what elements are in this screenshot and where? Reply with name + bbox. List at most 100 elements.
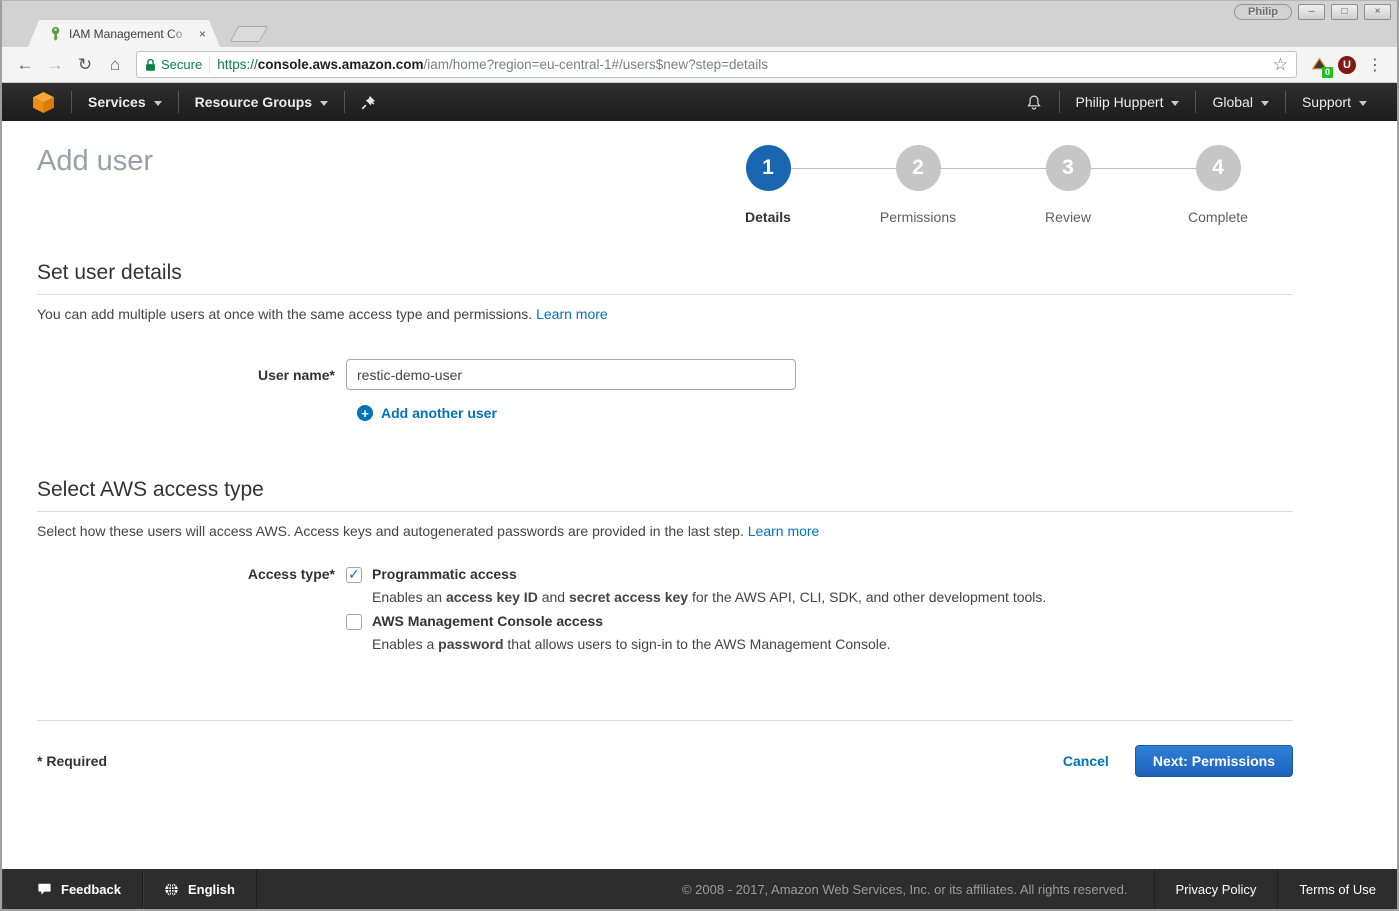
option-description: Enables an access key ID and secret acce… [372, 589, 1046, 605]
notifications-button[interactable] [1009, 83, 1059, 121]
address-bar[interactable]: Secure https://console.aws.amazon.com/ia… [136, 51, 1297, 78]
navbar-right: Philip Huppert Global Support [1009, 83, 1383, 121]
aws-logo[interactable] [16, 83, 71, 121]
divider [37, 294, 1293, 295]
step-label: Complete [1143, 209, 1293, 225]
page-header: Add user 1 Details 2 Permissions 3 Revie… [37, 141, 1293, 253]
chevron-down-icon [154, 101, 162, 106]
pinned-shortcuts[interactable] [345, 83, 392, 121]
aws-footer: Feedback English © 2008 - 2017, Amazon W… [2, 869, 1397, 909]
reload-icon: ↻ [78, 55, 92, 75]
step-permissions: 2 Permissions [843, 141, 993, 225]
username-row: User name* [37, 359, 1293, 390]
step-complete: 4 Complete [1143, 141, 1293, 225]
key-favicon-icon [48, 26, 63, 41]
browser-menu-button[interactable]: ⋮ [1363, 55, 1387, 75]
home-button[interactable]: ⌂ [102, 52, 128, 78]
chevron-down-icon [320, 101, 328, 106]
services-menu[interactable]: Services [72, 83, 178, 121]
new-tab-button[interactable] [230, 26, 269, 42]
step-review: 3 Review [993, 141, 1143, 225]
step-label: Details [693, 209, 843, 225]
support-menu[interactable]: Support [1286, 83, 1383, 121]
browser-toolbar: ← → ↻ ⌂ Secure https://console.aws.amazo… [2, 47, 1397, 83]
step-circle: 3 [1046, 145, 1091, 191]
step-label: Permissions [843, 209, 993, 225]
forward-button[interactable]: → [42, 52, 68, 78]
privacy-badger-extension-icon[interactable]: 0 [1307, 53, 1331, 77]
learn-more-link[interactable]: Learn more [748, 523, 820, 539]
forward-icon: → [47, 55, 64, 75]
learn-more-link[interactable]: Learn more [536, 306, 608, 322]
region-menu[interactable]: Global [1196, 83, 1284, 121]
wizard-footer: * Required Cancel Next: Permissions [37, 745, 1293, 777]
user-details-intro: You can add multiple users at once with … [37, 306, 1293, 322]
option-description: Enables a password that allows users to … [372, 636, 1046, 652]
ublock-extension-icon[interactable]: U [1335, 53, 1359, 77]
maximize-icon: □ [1341, 7, 1347, 17]
url-text: https://console.aws.amazon.com/iam/home?… [217, 57, 1266, 72]
close-button[interactable]: × [1364, 4, 1391, 20]
browser-tab[interactable]: IAM Management Co × [28, 20, 220, 47]
omnibox-divider [209, 57, 210, 73]
section-heading-access-type: Select AWS access type [37, 478, 1293, 502]
console-access-option[interactable]: AWS Management Console access [346, 613, 1046, 630]
bookmark-star-icon[interactable]: ☆ [1273, 55, 1288, 75]
account-menu[interactable]: Philip Huppert [1060, 83, 1196, 121]
username-label: User name* [37, 367, 346, 383]
console-access-checkbox[interactable] [346, 614, 362, 630]
username-input[interactable] [346, 359, 796, 390]
copyright-text: © 2008 - 2017, Amazon Web Services, Inc.… [656, 869, 1154, 909]
step-circle: 4 [1196, 145, 1241, 191]
option-label[interactable]: Programmatic access [372, 566, 517, 582]
programmatic-access-option[interactable]: Programmatic access [346, 566, 1046, 583]
wizard-steps: 1 Details 2 Permissions 3 Review 4 Compl… [693, 141, 1293, 225]
language-selector[interactable]: English [143, 869, 257, 909]
step-details: 1 Details [693, 141, 843, 225]
cancel-button[interactable]: Cancel [1063, 753, 1109, 769]
home-icon: ⌂ [110, 55, 120, 75]
programmatic-access-checkbox[interactable] [346, 567, 362, 583]
feedback-button[interactable]: Feedback [2, 869, 143, 909]
privacy-policy-link[interactable]: Privacy Policy [1154, 869, 1278, 909]
terms-of-use-link[interactable]: Terms of Use [1277, 869, 1397, 909]
globe-icon [164, 882, 179, 897]
chevron-down-icon [1261, 101, 1269, 106]
resource-groups-menu[interactable]: Resource Groups [179, 83, 344, 121]
navbar-left: Services Resource Groups [16, 83, 392, 121]
access-type-label: Access type* [37, 566, 346, 660]
next-permissions-button[interactable]: Next: Permissions [1135, 745, 1293, 777]
back-button[interactable]: ← [12, 52, 38, 78]
lock-icon [145, 58, 156, 72]
window-title: Philip [1234, 4, 1292, 20]
step-label: Review [993, 209, 1143, 225]
main-content: Add user 1 Details 2 Permissions 3 Revie… [2, 121, 1397, 869]
chevron-down-icon [1171, 101, 1179, 106]
page-title: Add user [37, 141, 153, 178]
access-type-row: Access type* Programmatic access Enables… [37, 566, 1293, 660]
footer-right: © 2008 - 2017, Amazon Web Services, Inc.… [656, 869, 1397, 909]
speech-bubble-icon [37, 882, 52, 896]
aws-navbar: Services Resource Groups [2, 83, 1397, 121]
action-buttons: Cancel Next: Permissions [1063, 745, 1293, 777]
section-heading-user-details: Set user details [37, 261, 1293, 285]
window-titlebar: Philip – □ × [2, 1, 1397, 21]
maximize-button[interactable]: □ [1331, 4, 1358, 20]
tab-close-icon[interactable]: × [197, 27, 208, 41]
step-circle: 2 [896, 145, 941, 191]
browser-window: Philip – □ × IAM Management Co × ← → ↻ ⌂ [0, 0, 1399, 911]
secure-chip[interactable]: Secure [145, 57, 202, 72]
option-label[interactable]: AWS Management Console access [372, 613, 603, 629]
step-circle: 1 [746, 145, 791, 191]
bell-icon [1025, 93, 1043, 112]
chevron-down-icon [1359, 101, 1367, 106]
reload-button[interactable]: ↻ [72, 52, 98, 78]
minimize-button[interactable]: – [1298, 4, 1325, 20]
tab-strip: IAM Management Co × [2, 21, 1397, 47]
close-icon: × [1375, 7, 1381, 17]
add-another-user-button[interactable]: + Add another user [357, 405, 1293, 421]
divider [37, 511, 1293, 512]
divider [37, 720, 1293, 721]
access-type-options: Programmatic access Enables an access ke… [346, 566, 1046, 660]
access-type-intro: Select how these users will access AWS. … [37, 523, 1293, 539]
